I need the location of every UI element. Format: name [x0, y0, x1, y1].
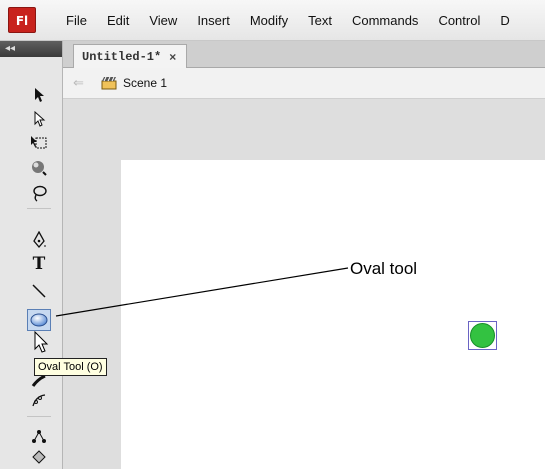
menu-modify[interactable]: Modify: [250, 13, 288, 28]
menu-list: File Edit View Insert Modify Text Comman…: [66, 0, 530, 40]
menu-file[interactable]: File: [66, 13, 87, 28]
mouse-cursor-icon: [34, 331, 49, 353]
line-tool[interactable]: [27, 280, 51, 302]
paint-bucket-tool[interactable]: [27, 447, 51, 469]
circle-fill: [470, 323, 495, 348]
menu-bar: Fl File Edit View Insert Modify Text Com…: [0, 0, 545, 41]
lasso-icon: [33, 185, 47, 202]
text-icon: T: [32, 254, 46, 274]
bucket-icon: [32, 450, 46, 464]
app-logo: Fl: [8, 7, 36, 33]
tooltip: Oval Tool (O): [34, 358, 107, 376]
document-tab-bar: Untitled-1* ×: [63, 41, 545, 68]
toolbox-header: ◂◂: [0, 41, 62, 57]
transform-icon: [31, 136, 47, 149]
document-tab[interactable]: Untitled-1* ×: [73, 44, 188, 68]
menu-control[interactable]: Control: [438, 13, 480, 28]
edit-bar: ⇐ Scene 1: [63, 68, 545, 99]
oval-tool[interactable]: [27, 309, 51, 331]
deco-tool[interactable]: [27, 390, 51, 412]
white-arrow-icon: [34, 111, 46, 127]
black-arrow-icon: [35, 88, 44, 102]
tool-separator: [27, 416, 51, 417]
annotation-label: Oval tool: [350, 259, 418, 278]
oval-icon: [30, 313, 48, 327]
bone-tool[interactable]: [27, 426, 51, 448]
deco-icon: [32, 394, 46, 407]
stage[interactable]: [121, 160, 545, 469]
subselection-tool[interactable]: [27, 108, 51, 130]
line-icon: [32, 284, 46, 298]
menu-debug[interactable]: D: [500, 13, 509, 28]
tool-separator: [27, 208, 51, 209]
free-transform-tool[interactable]: [27, 132, 51, 154]
selection-tool[interactable]: [27, 84, 51, 106]
pen-tool[interactable]: [27, 229, 51, 251]
3d-sphere-icon: [32, 161, 47, 176]
menu-insert[interactable]: Insert: [197, 13, 230, 28]
back-arrow-icon[interactable]: ⇐: [73, 76, 84, 91]
menu-view[interactable]: View: [149, 13, 177, 28]
menu-edit[interactable]: Edit: [107, 13, 129, 28]
bone-icon: [32, 430, 46, 443]
scene-label[interactable]: Scene 1: [123, 76, 167, 90]
document-tab-title: Untitled-1*: [82, 49, 162, 64]
pen-icon: [33, 231, 46, 249]
clapperboard-icon: [101, 76, 117, 90]
menu-text[interactable]: Text: [308, 13, 332, 28]
selected-circle[interactable]: [468, 321, 497, 350]
menu-commands[interactable]: Commands: [352, 13, 418, 28]
3d-rotation-tool[interactable]: [27, 157, 51, 179]
collapse-icon[interactable]: ◂◂: [5, 42, 15, 56]
text-tool[interactable]: T: [27, 253, 51, 275]
close-icon[interactable]: ×: [169, 50, 176, 64]
lasso-tool[interactable]: [27, 183, 51, 205]
